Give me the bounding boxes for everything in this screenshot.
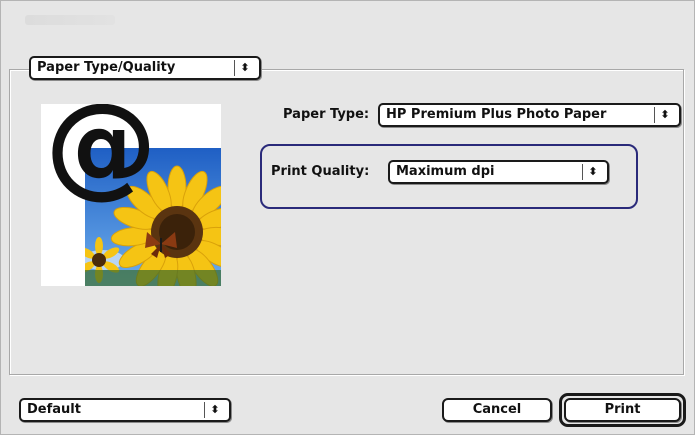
- dialog-title-faint: [25, 15, 115, 25]
- paper-preview: @: [41, 104, 221, 286]
- presets-popup-menu[interactable]: Default ⬍: [19, 398, 231, 422]
- updown-arrows-icon: ⬍: [654, 107, 675, 123]
- at-sign-logo: @: [45, 104, 157, 210]
- updown-arrows-icon: ⬍: [204, 402, 225, 418]
- print-dialog: Paper Type/Quality ⬍ @ Paper Type: HP Pr…: [0, 0, 695, 435]
- updown-arrows-icon: ⬍: [582, 164, 603, 180]
- panel-popup-menu[interactable]: Paper Type/Quality ⬍: [29, 56, 261, 80]
- print-button[interactable]: Print: [564, 398, 681, 422]
- updown-arrows-icon: ⬍: [234, 60, 255, 76]
- cancel-button[interactable]: Cancel: [442, 398, 552, 422]
- panel-popup-label: Paper Type/Quality: [37, 60, 176, 75]
- paper-type-popup-menu[interactable]: HP Premium Plus Photo Paper ⬍: [378, 103, 681, 127]
- print-quality-popup-menu[interactable]: Maximum dpi ⬍: [388, 160, 609, 184]
- presets-value: Default: [27, 402, 81, 417]
- print-quality-value: Maximum dpi: [396, 164, 495, 179]
- paper-type-label: Paper Type:: [283, 107, 370, 122]
- paper-type-value: HP Premium Plus Photo Paper: [386, 107, 607, 122]
- print-quality-label: Print Quality:: [271, 164, 370, 179]
